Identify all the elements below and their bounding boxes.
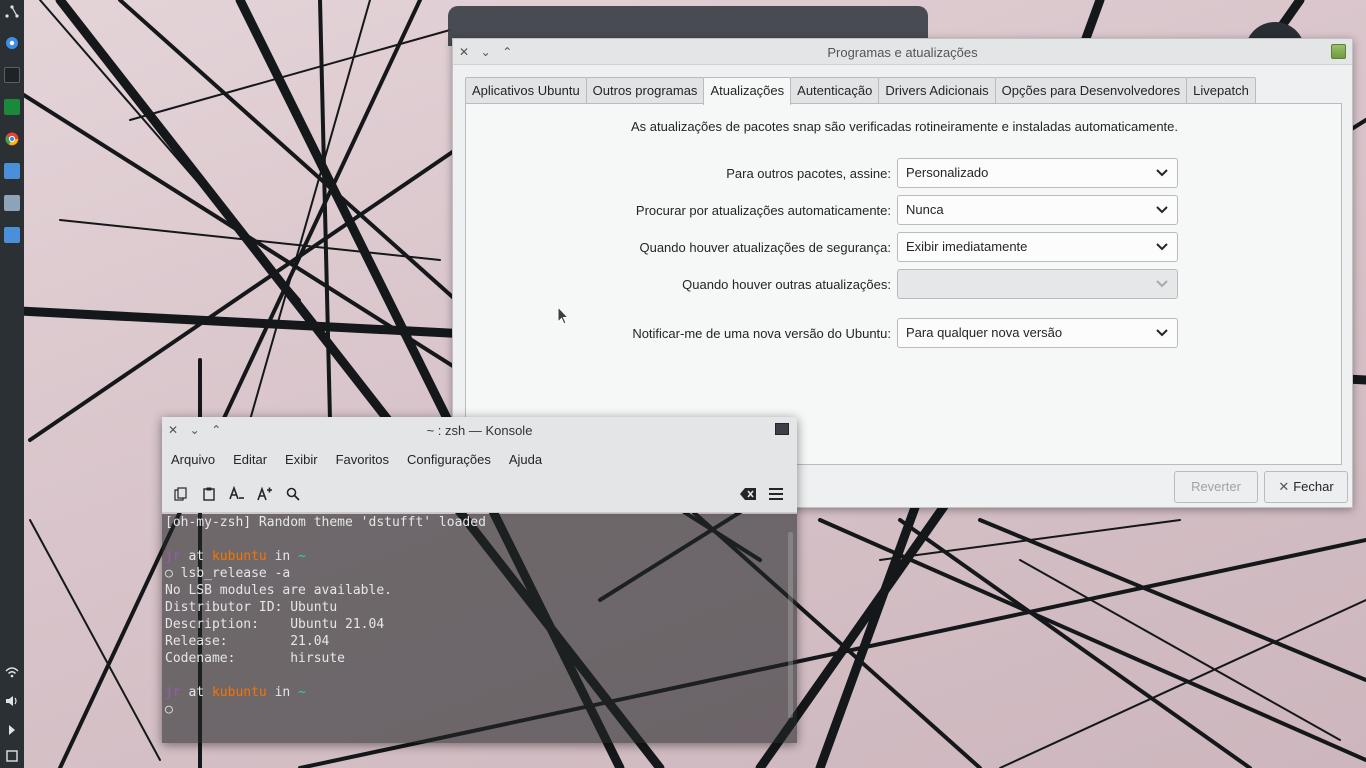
- app-icon: [1331, 44, 1346, 59]
- term-output-line: No LSB modules are available.: [165, 583, 392, 598]
- term-host: kubuntu: [211, 549, 267, 564]
- term-user: jr: [165, 685, 181, 700]
- revert-button-label: Reverter: [1191, 479, 1241, 494]
- terminal-icon: [775, 423, 789, 435]
- release-notify-select-value: Para qualquer nova versão: [906, 325, 1063, 340]
- term-output-line: Codename: hirsute: [165, 651, 346, 666]
- settings-gear-icon[interactable]: [4, 35, 20, 51]
- term-empty-prompt: ○: [165, 702, 173, 717]
- close-button-label: Fechar: [1293, 479, 1334, 494]
- tab-opcoes-desenvolvedores[interactable]: Opções para Desenvolvedores: [994, 77, 1188, 104]
- decrease-font-icon[interactable]: [229, 486, 245, 502]
- auto-check-select-value: Nunca: [906, 202, 944, 217]
- term-command-line: ○ lsb_release -a: [165, 566, 291, 581]
- security-updates-row: Quando houver atualizações de segurança:…: [466, 232, 1343, 262]
- term-user: jr: [165, 549, 181, 564]
- term-blank-line: [165, 531, 797, 548]
- menu-favoritos[interactable]: Favoritos: [330, 452, 395, 467]
- subscribe-select[interactable]: Personalizado: [897, 158, 1178, 188]
- security-updates-select-value: Exibir imediatamente: [906, 239, 1028, 254]
- term-theme-line: [oh-my-zsh] Random theme 'dstufft' loade…: [165, 515, 486, 530]
- chevron-down-icon: [1156, 169, 1168, 177]
- konsole-toolbar: [162, 475, 797, 513]
- term-in: in: [266, 549, 299, 564]
- term-output-line: Distributor ID: Ubuntu: [165, 600, 338, 615]
- term-output-line: Release: 21.04: [165, 634, 330, 649]
- mouse-pointer-icon: [557, 306, 569, 325]
- term-prompt-line: jr at kubuntu in ~: [165, 684, 797, 701]
- launcher-icon[interactable]: [4, 4, 20, 20]
- other-updates-label: Quando houver outras atualizações:: [682, 277, 891, 292]
- file-manager-icon[interactable]: [4, 195, 20, 211]
- konsole-titlebar[interactable]: ✕ ⌄ ⌃ ~ : zsh — Konsole: [162, 417, 797, 443]
- menu-exibir[interactable]: Exibir: [279, 452, 324, 467]
- menu-editar[interactable]: Editar: [227, 452, 273, 467]
- menu-arquivo[interactable]: Arquivo: [165, 452, 221, 467]
- subscribe-label: Para outros pacotes, assine:: [726, 166, 891, 181]
- terminal-output[interactable]: [oh-my-zsh] Random theme 'dstufft' loade…: [162, 514, 797, 743]
- chevron-down-icon: [1156, 329, 1168, 337]
- menu-ajuda[interactable]: Ajuda: [503, 452, 548, 467]
- left-panel: [0, 0, 24, 768]
- release-notify-row: Notificar-me de uma nova versão do Ubunt…: [466, 318, 1343, 348]
- konsole-title: ~ : zsh — Konsole: [426, 423, 533, 438]
- other-updates-select: [897, 269, 1178, 299]
- auto-check-select[interactable]: Nunca: [897, 195, 1178, 225]
- close-button[interactable]: ✕ Fechar: [1264, 471, 1348, 503]
- security-updates-select[interactable]: Exibir imediatamente: [897, 232, 1178, 262]
- release-notify-label: Notificar-me de uma nova versão do Ubunt…: [632, 326, 891, 341]
- konsole-window: ✕ ⌄ ⌃ ~ : zsh — Konsole Arquivo Editar E…: [162, 417, 797, 743]
- spreadsheet-app-icon[interactable]: [4, 99, 20, 115]
- revert-button[interactable]: Reverter: [1174, 471, 1258, 503]
- hamburger-menu-icon[interactable]: [768, 486, 784, 502]
- chevron-down-icon: [1156, 280, 1168, 288]
- show-desktop-icon[interactable]: [4, 748, 20, 764]
- tab-drivers-adicionais[interactable]: Drivers Adicionais: [878, 77, 996, 104]
- terminal-app-icon[interactable]: [4, 67, 20, 83]
- release-notify-select[interactable]: Para qualquer nova versão: [897, 318, 1178, 348]
- term-at: at: [180, 549, 212, 564]
- term-dir: ~: [298, 685, 306, 700]
- term-dir: ~: [298, 549, 306, 564]
- tab-aplicativos-ubuntu[interactable]: Aplicativos Ubuntu: [465, 77, 587, 104]
- clear-icon[interactable]: [740, 486, 756, 502]
- window-title: Programas e atualizações: [827, 45, 978, 60]
- konsole-menubar: Arquivo Editar Exibir Favoritos Configur…: [162, 443, 797, 475]
- snap-info-text: As atualizações de pacotes snap são veri…: [630, 119, 1179, 134]
- auto-check-label: Procurar por atualizações automaticament…: [635, 203, 891, 218]
- term-prompt-line: jr at kubuntu in ~: [165, 548, 797, 565]
- updates-tab-panel: As atualizações de pacotes snap são veri…: [465, 103, 1342, 465]
- tab-livepatch[interactable]: Livepatch: [1186, 77, 1256, 104]
- term-host: kubuntu: [211, 685, 267, 700]
- find-icon[interactable]: [285, 486, 301, 502]
- chrome-browser-icon[interactable]: [4, 131, 20, 147]
- subscribe-row: Para outros pacotes, assine: Personaliza…: [466, 158, 1343, 188]
- paste-icon[interactable]: [201, 486, 217, 502]
- subscribe-select-value: Personalizado: [906, 165, 989, 180]
- other-updates-row: Quando houver outras atualizações:: [466, 269, 1343, 299]
- menu-configuracoes[interactable]: Configurações: [401, 452, 497, 467]
- software-store-icon[interactable]: [4, 163, 20, 179]
- term-at: at: [180, 685, 212, 700]
- window-titlebar[interactable]: ✕ ⌄ ⌃ Programas e atualizações: [453, 39, 1352, 65]
- auto-check-row: Procurar por atualizações automaticament…: [466, 195, 1343, 225]
- copy-icon[interactable]: [173, 486, 189, 502]
- expand-panel-icon[interactable]: [4, 722, 20, 738]
- security-updates-label: Quando houver atualizações de segurança:: [639, 240, 891, 255]
- wifi-icon[interactable]: [4, 664, 20, 680]
- chevron-down-icon: [1156, 206, 1168, 214]
- term-output-line: Description: Ubuntu 21.04: [165, 617, 385, 632]
- tab-autenticacao[interactable]: Autenticação: [790, 77, 880, 104]
- close-icon: ✕: [1278, 479, 1290, 494]
- increase-font-icon[interactable]: [257, 486, 273, 502]
- software-updater-icon[interactable]: [4, 227, 20, 243]
- term-blank-line: [165, 667, 797, 684]
- tab-atualizacoes[interactable]: Atualizações: [703, 77, 792, 105]
- chevron-down-icon: [1156, 243, 1168, 251]
- tab-outros-programas[interactable]: Outros programas: [585, 77, 705, 104]
- volume-icon[interactable]: [4, 693, 20, 709]
- tab-bar: Aplicativos Ubuntu Outros programas Atua…: [465, 77, 1256, 105]
- terminal-scrollbar[interactable]: [788, 532, 793, 718]
- term-in: in: [266, 685, 299, 700]
